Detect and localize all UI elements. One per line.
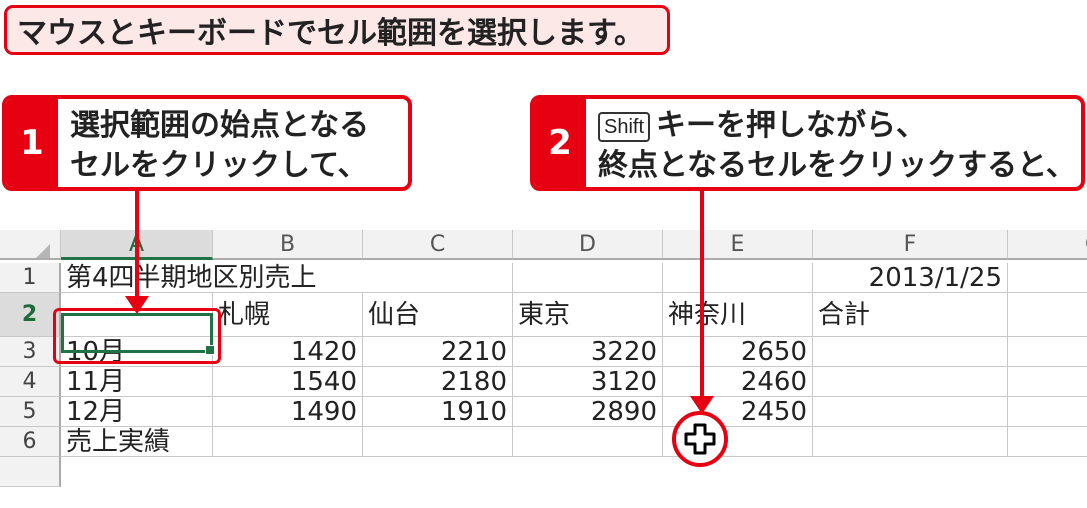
arrow-2-icon bbox=[690, 190, 714, 414]
cross-cursor-icon bbox=[684, 423, 716, 455]
arrow-1-icon bbox=[125, 190, 149, 314]
arrow-overlay bbox=[125, 190, 714, 414]
cursor-highlight bbox=[672, 411, 728, 467]
